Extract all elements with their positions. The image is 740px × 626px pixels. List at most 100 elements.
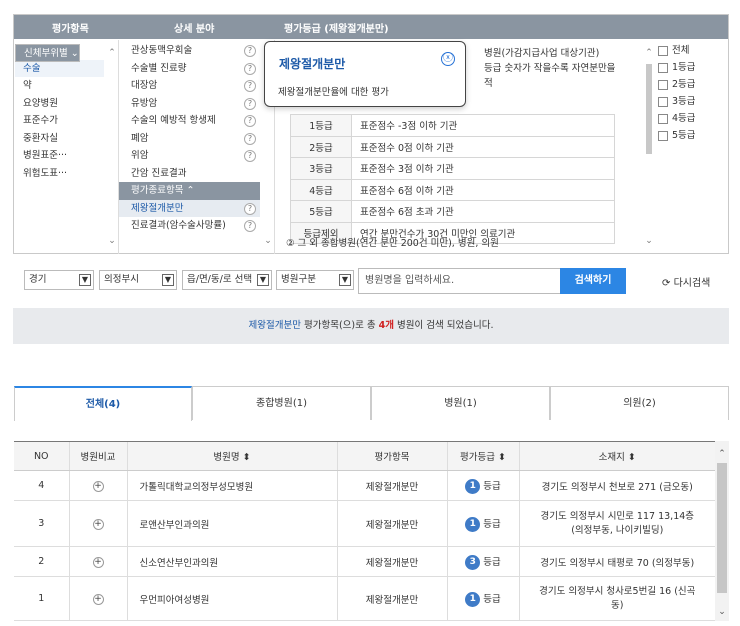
help-icon[interactable]: ? (244, 220, 256, 232)
chevron-down-icon[interactable]: ⌄ (263, 236, 273, 246)
header-compare: 병원비교 (68, 441, 127, 471)
grade-row: 3등급 표준점수 3점 이하 기관 (290, 157, 615, 180)
hospital-name[interactable]: 신소연산부인과의원 (126, 546, 337, 577)
table-scrollbar[interactable]: ⌃ ⌄ (715, 441, 729, 621)
help-icon[interactable]: ? (244, 97, 256, 110)
category-item[interactable]: 약 (15, 77, 104, 95)
header-grade[interactable]: 평가등급 ⬍ (446, 441, 519, 471)
header-address[interactable]: 소재지 ⬍ (518, 441, 715, 471)
region3-select[interactable]: 읍/면/동/로 선택 ▼ (182, 270, 272, 290)
region2-select[interactable]: 의정부시 ▼ (99, 270, 177, 290)
checkbox[interactable] (658, 114, 668, 124)
region1-select[interactable]: 경기 ▼ (24, 270, 94, 290)
search-row: 경기 ▼ 의정부시 ▼ 읍/면/동/로 선택 ▼ 병원구분 ▼ 병원명을 입력하세요. … (24, 268, 724, 294)
scroll-thumb[interactable] (717, 463, 727, 593)
grade-filter-3[interactable]: 3등급 (652, 93, 696, 110)
compare-add-icon[interactable]: + (92, 593, 104, 605)
hospital-name[interactable]: 우먼피아여성병원 (126, 576, 337, 621)
tab-hospital[interactable]: 병원(1) (371, 386, 550, 420)
detail-item[interactable]: 관상동맥우회술? (119, 42, 260, 60)
checkbox[interactable] (658, 97, 668, 107)
detail-item[interactable]: 진료결과(암수술사망률)? (119, 217, 260, 235)
help-icon[interactable]: ? (244, 150, 256, 162)
detail-item-selected[interactable]: 제왕절개분만? (119, 199, 260, 217)
grade-filter-1[interactable]: 1등급 (652, 59, 696, 76)
chevron-up-icon[interactable]: ⌃ (715, 449, 729, 459)
help-icon[interactable]: ? (244, 45, 256, 57)
category-item[interactable]: 중환자실 (15, 130, 104, 148)
detail-group-ended[interactable]: 평가종료항목 ⌃ (119, 182, 260, 200)
grade-badge: 1 (465, 478, 481, 494)
grade-filter-4[interactable]: 4등급 (652, 110, 696, 127)
popup-body: 제왕절개분만율에 대한 평가 (278, 87, 389, 98)
help-icon[interactable]: ? (244, 202, 256, 215)
result-tabs: 전체(4) 종합병원(1) 병원(1) 의원(2) (14, 386, 729, 421)
grade-note: ② 그 외 종합병원(연간 분만 200건 미만), 병원, 의원 (286, 238, 499, 249)
category-item[interactable]: 위험도표··· (15, 165, 104, 183)
chevron-up-icon[interactable]: ⌃ (107, 48, 117, 58)
header-no: NO (14, 441, 69, 471)
grade-filter-all[interactable]: 전체 (652, 42, 696, 59)
category-item[interactable]: 표준수가 (15, 112, 104, 130)
hospital-name-input[interactable]: 병원명을 입력하세요. (358, 268, 580, 294)
help-icon[interactable]: ? (244, 62, 256, 75)
hospital-type-select[interactable]: 병원구분 ▼ (276, 270, 354, 290)
tab-all[interactable]: 전체(4) (14, 386, 192, 421)
hospital-name[interactable]: 로앤산부인과의원 (126, 500, 337, 547)
checkbox[interactable] (658, 80, 668, 90)
table-row: 4 + 가톨릭대학교의정부성모병원 제왕절개분만 1 등급 경기도 의정부시 천보… (14, 470, 715, 501)
checkbox[interactable] (658, 131, 668, 141)
col-header-category: 평가항목 (52, 24, 89, 35)
header-eval-item: 평가항목 (336, 441, 447, 471)
tab-general-hospital[interactable]: 종합병원(1) (192, 386, 371, 420)
chevron-down-icon: ▼ (339, 274, 351, 286)
col-header-grade: 평가등급 (제왕절개분만) (284, 24, 389, 35)
grade-filter-5[interactable]: 5등급 (652, 127, 696, 144)
reset-search-button[interactable]: ⟳ 다시검색 (662, 274, 710, 289)
header-hospital-name[interactable]: 병원명 ⬍ (126, 441, 337, 471)
help-icon[interactable]: ? (244, 80, 256, 92)
grade-row: 1등급 표준점수 -3점 이하 기관 (290, 114, 615, 137)
category-item[interactable]: 병원표준··· (15, 147, 104, 165)
detail-item[interactable]: 유방암? (119, 95, 260, 113)
detail-item[interactable]: 위암? (119, 147, 260, 165)
category-list: 질병 수술 약 요양병원 표준수가 중환자실 병원표준··· 위험도표··· 신… (15, 40, 119, 254)
refresh-icon: ⟳ (662, 278, 671, 289)
category-item[interactable]: 요양병원 (15, 95, 104, 113)
grade-filter-2[interactable]: 2등급 (652, 76, 696, 93)
compare-add-icon[interactable]: + (92, 480, 104, 492)
help-icon[interactable]: ? (244, 132, 256, 145)
chevron-down-icon: ▼ (162, 274, 174, 286)
chevron-down-icon: ▼ (257, 274, 269, 286)
detail-item[interactable]: 수술별 진료량? (119, 60, 260, 78)
detail-item[interactable]: 수술의 예방적 항생제? (119, 112, 260, 130)
chevron-down-icon[interactable]: ⌄ (107, 236, 117, 246)
grade-criteria-table: 1등급 표준점수 -3점 이하 기관 2등급 표준점수 0점 이하 기관 3등급 표준… (290, 114, 615, 244)
category-item-body-part[interactable]: 신체부위별 ⌄ (15, 44, 80, 62)
checkbox[interactable] (658, 46, 668, 56)
hospital-name[interactable]: 가톨릭대학교의정부성모병원 (126, 470, 337, 501)
grade-badge: 1 (465, 516, 481, 532)
search-button[interactable]: 검색하기 (560, 268, 626, 294)
checkbox[interactable] (658, 63, 668, 73)
tab-clinic[interactable]: 의원(2) (550, 386, 729, 420)
grade-filter: 전체 1등급 2등급 3등급 4등급 5등급 (652, 40, 728, 254)
category-item-selected[interactable]: 수술 (15, 59, 104, 77)
category-scrollbar[interactable]: ⌃ ⌄ (107, 46, 117, 248)
grade-row: 4등급 표준점수 6점 이하 기관 (290, 178, 615, 201)
chevron-down-icon[interactable]: ⌄ (715, 607, 729, 617)
grade-badge: 3 (465, 554, 481, 570)
compare-add-icon[interactable]: + (92, 556, 104, 568)
detail-item[interactable]: 대장암? (119, 77, 260, 95)
table-row: 3 + 로앤산부인과의원 제왕절개분만 1 등급 경기도 의정부시 시민로 117… (14, 500, 715, 547)
table-row: 2 + 신소연산부인과의원 제왕절개분만 3 등급 경기도 의정부시 태평로 70… (14, 546, 715, 577)
hospital-results-table: NO 병원비교 병원명 ⬍ 평가항목 평가등급 ⬍ 소재지 ⬍ 4 + 가톨릭대… (14, 441, 715, 621)
popup-title: 제왕절개분만 (279, 57, 346, 71)
close-icon[interactable]: ⓧ (441, 52, 455, 66)
detail-item[interactable]: 폐암? (119, 130, 260, 148)
panel-header: 평가항목 상세 분야 평가등급 (제왕절개분만) (14, 15, 728, 39)
detail-item[interactable]: 간암 진료결과 (119, 165, 260, 183)
col-header-detail: 상세 분야 (174, 24, 215, 35)
compare-add-icon[interactable]: + (92, 518, 104, 530)
help-icon[interactable]: ? (244, 115, 256, 127)
